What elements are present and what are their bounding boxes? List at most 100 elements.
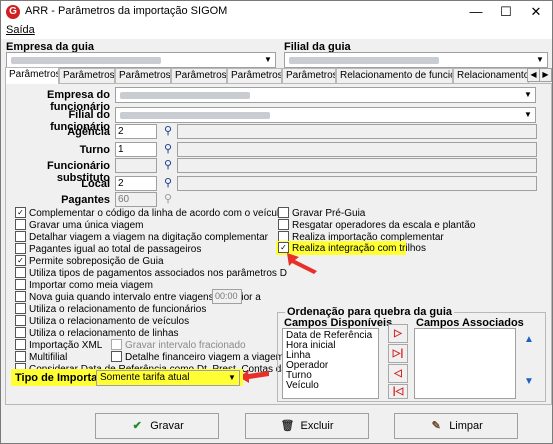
empresa-funcionario-select[interactable]: ▼ — [115, 87, 536, 103]
chevron-down-icon: ▼ — [524, 90, 532, 99]
redacted-value — [11, 57, 161, 64]
campos-associados-list[interactable] — [414, 328, 516, 399]
chevron-down-icon: ▼ — [524, 110, 532, 119]
intervalo-time-input[interactable]: 00:00 — [212, 289, 242, 304]
window-title: ARR - Parâmetros da importação SIGOM — [25, 5, 228, 17]
checkbox-box[interactable]: ✓ — [15, 207, 26, 218]
checkbox-box[interactable] — [15, 291, 26, 302]
gravar-label: Gravar — [150, 420, 184, 432]
move-all-right-icon[interactable]: ▷| — [388, 344, 408, 363]
checkbox-box[interactable] — [15, 243, 26, 254]
checkbox-label: Gravar intervalo fracionado — [125, 340, 246, 352]
checkbox-gravar-intervalo-fracionado: Gravar intervalo fracionado — [111, 339, 246, 352]
tab-parametros-f[interactable]: Parâmetros F — [282, 68, 336, 83]
checkbox-relacionamento-funcionarios[interactable]: Utiliza o relacionamento de funcionários — [15, 303, 207, 316]
tab-parametros-a[interactable]: Parâmetros A — [5, 67, 59, 84]
agencia-label: Agência — [67, 126, 110, 138]
checkbox-box — [111, 339, 122, 350]
turno-input[interactable]: 1 — [115, 142, 157, 157]
excluir-button[interactable]: 🗑 Excluir — [245, 413, 369, 439]
move-up-icon[interactable]: ▲ — [519, 331, 539, 350]
checkbox-importacao-xml[interactable]: Importação XML — [15, 339, 102, 352]
checkbox-permite-sobreposicao[interactable]: ✓ Permite sobreposição de Guia — [15, 255, 164, 268]
tab-parametros-d[interactable]: Parâmetros D — [171, 68, 227, 83]
redacted-value — [120, 92, 250, 99]
checkbox-box[interactable] — [15, 327, 26, 338]
tab-parametros-c[interactable]: Parâmetros C — [115, 68, 171, 83]
checkbox-label: Multifilial — [29, 352, 68, 364]
checkbox-box[interactable] — [15, 219, 26, 230]
funcionario-substituto-description — [177, 158, 537, 173]
checkbox-label: Detalhar viagem a viagem na digitação co… — [29, 232, 269, 244]
checkbox-relacionamento-linhas[interactable]: Utiliza o relacionamento de linhas — [15, 327, 179, 340]
empresa-guia-select[interactable]: ▼ — [6, 52, 276, 68]
checkbox-label: Utiliza o relacionamento de funcionários — [29, 304, 207, 316]
checkbox-box[interactable] — [15, 351, 26, 362]
checkbox-box[interactable] — [15, 339, 26, 350]
checkbox-box[interactable] — [15, 279, 26, 290]
minimize-button[interactable]: — — [461, 1, 491, 23]
checkbox-pagantes-igual[interactable]: Pagantes igual ao total de passageiros — [15, 243, 202, 256]
binoculars-search-icon[interactable]: ⚲ — [160, 158, 176, 173]
move-left-icon[interactable]: ◁ — [388, 364, 408, 383]
campos-disponiveis-list[interactable]: Data de Referência Hora inicial Linha Op… — [282, 328, 379, 399]
checkbox-label: Pagantes igual ao total de passageiros — [29, 244, 202, 256]
turno-description — [177, 142, 537, 157]
tipo-importacao-select[interactable]: Somente tarifa atual ▼ — [96, 370, 240, 386]
local-label: Local — [81, 178, 110, 190]
checkbox-box[interactable] — [278, 219, 289, 230]
trash-icon: 🗑 — [280, 420, 295, 432]
move-down-icon[interactable]: ▼ — [519, 373, 539, 392]
chevron-down-icon: ▼ — [228, 373, 236, 382]
checkbox-label: Gravar Pré-Guia — [292, 208, 366, 220]
checkbox-box[interactable] — [278, 207, 289, 218]
checkbox-detalhar-viagem[interactable]: Detalhar viagem a viagem na digitação co… — [15, 231, 269, 244]
checkbox-label: Utiliza o relacionamento de veículos — [29, 316, 190, 328]
checkbox-box[interactable] — [15, 303, 26, 314]
checkbox-box[interactable] — [15, 231, 26, 242]
tab-scroll-right-icon[interactable]: ▶ — [539, 68, 552, 82]
filial-funcionario-select[interactable]: ▼ — [115, 107, 536, 123]
checkbox-meia-viagem[interactable]: Importar como meia viagem — [15, 279, 153, 292]
local-description — [177, 176, 537, 191]
checkbox-box[interactable] — [15, 315, 26, 326]
agencia-description — [177, 124, 537, 139]
app-window: G ARR - Parâmetros da importação SIGOM —… — [0, 0, 553, 444]
tab-relacionamento-funcionarios[interactable]: Relacionamento de funcionários — [336, 68, 453, 83]
limpar-button[interactable]: ✎ Limpar — [394, 413, 518, 439]
tab-parametros-e[interactable]: Parâmetros E — [227, 68, 282, 83]
checkbox-gravar-pre-guia[interactable]: Gravar Pré-Guia — [278, 207, 366, 220]
checkbox-box[interactable] — [111, 351, 122, 362]
move-all-left-icon[interactable]: |◁ — [388, 384, 408, 399]
gravar-button[interactable]: ✔ Gravar — [95, 413, 219, 439]
checkbox-relacionamento-veiculos[interactable]: Utiliza o relacionamento de veículos — [15, 315, 190, 328]
maximize-button[interactable]: ☐ — [491, 1, 521, 23]
tab-strip: Parâmetros A Parâmetros B Parâmetros C P… — [5, 67, 552, 84]
checkbox-box[interactable]: ✓ — [15, 255, 26, 266]
move-right-icon[interactable]: ▷ — [388, 324, 408, 343]
binoculars-search-icon[interactable]: ⚲ — [160, 176, 176, 191]
tab-relacionamento-veiculos[interactable]: Relacionamento de v — [453, 68, 529, 83]
list-item[interactable]: Veículo — [286, 380, 319, 391]
filial-guia-select[interactable]: ▼ — [284, 52, 548, 68]
pagantes-input[interactable]: 60 — [115, 192, 157, 207]
close-button[interactable]: ✕ — [521, 1, 551, 23]
checkbox-label: Permite sobreposição de Guia — [29, 256, 164, 268]
checkbox-label: Utiliza tipos de pagamentos associados n… — [29, 268, 287, 280]
checkbox-resgatar-operadores[interactable]: Resgatar operadores da escala e plantão — [278, 219, 475, 232]
checkbox-gravar-unica-viagem[interactable]: Gravar uma única viagem — [15, 219, 144, 232]
checkbox-box[interactable] — [15, 267, 26, 278]
checkmark-icon: ✔ — [132, 420, 142, 432]
checkbox-detalhe-financeiro[interactable]: Detalhe financeiro viagem a viagem — [111, 351, 284, 364]
checkbox-complementar-codigo[interactable]: ✓ Complementar o código da linha de acord… — [15, 207, 285, 220]
agencia-input[interactable]: 2 — [115, 124, 157, 139]
funcionario-substituto-input[interactable] — [115, 158, 157, 173]
tab-parametros-b[interactable]: Parâmetros B — [59, 68, 115, 83]
checkbox-tipos-pagamentos[interactable]: Utiliza tipos de pagamentos associados n… — [15, 267, 287, 280]
chevron-down-icon: ▼ — [536, 55, 544, 64]
binoculars-search-icon[interactable]: ⚲ — [160, 142, 176, 157]
binoculars-search-icon[interactable]: ⚲ — [160, 124, 176, 139]
local-input[interactable]: 2 — [115, 176, 157, 191]
limpar-label: Limpar — [449, 420, 483, 432]
menu-saida[interactable]: Saída — [6, 24, 35, 36]
